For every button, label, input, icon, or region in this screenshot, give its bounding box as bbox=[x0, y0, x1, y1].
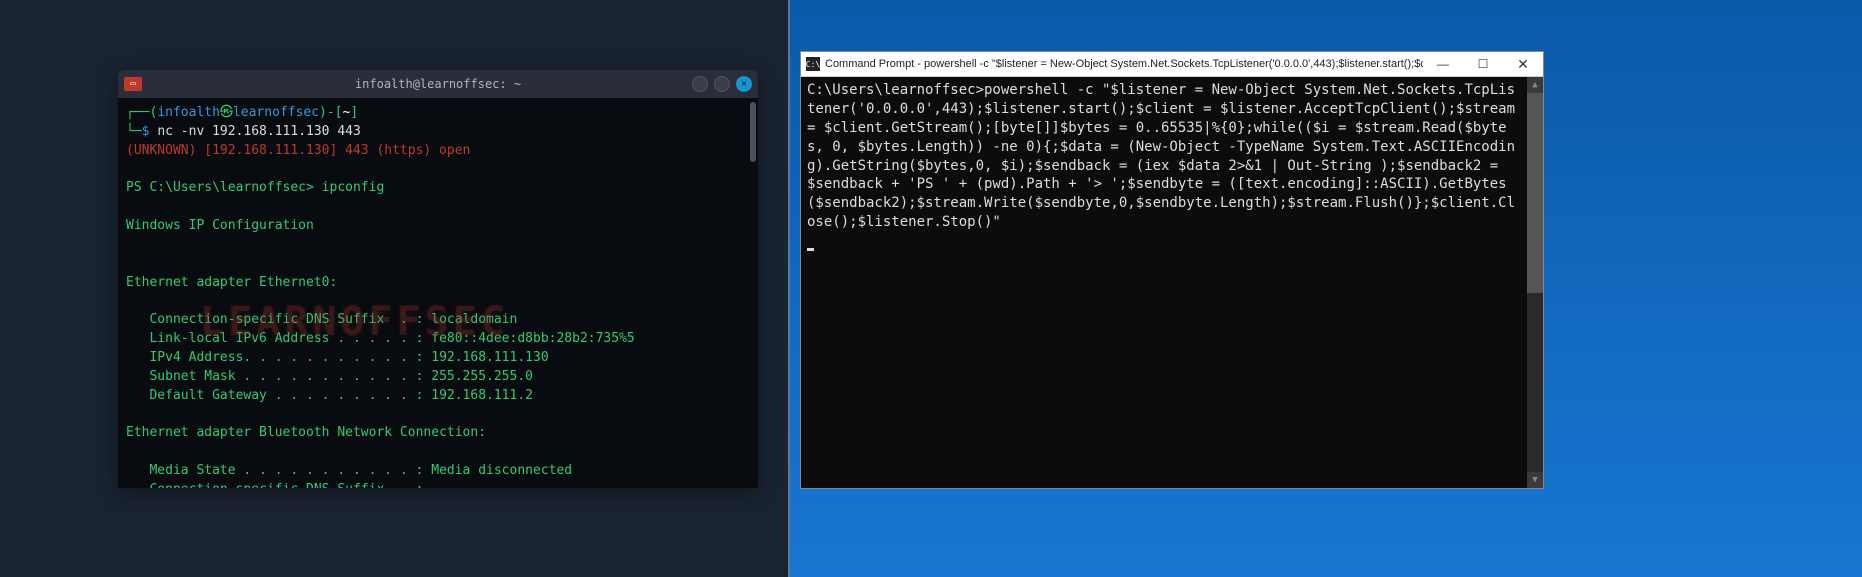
eth0-gw: Default Gateway . . . . . . . . . : 192.… bbox=[126, 387, 750, 406]
nc-output: (UNKNOWN) [192.168.111.130] 443 (https) … bbox=[126, 142, 750, 161]
eth0-ipv4: IPv4 Address. . . . . . . . . . . : 192.… bbox=[126, 349, 750, 368]
eth0-mask: Subnet Mask . . . . . . . . . . . : 255.… bbox=[126, 368, 750, 387]
prompt-host: learnoffsec bbox=[233, 105, 319, 120]
bt-dns: Connection-specific DNS Suffix . : bbox=[126, 481, 750, 488]
scrollbar-thumb[interactable] bbox=[750, 102, 756, 162]
linux-window-controls bbox=[692, 76, 752, 92]
ipconfig-header: Windows IP Configuration bbox=[126, 217, 750, 236]
windows-desktop: C:\ Command Prompt - powershell -c "$lis… bbox=[790, 0, 1862, 577]
blank4 bbox=[126, 292, 750, 311]
eth0-dns: Connection-specific DNS Suffix . : local… bbox=[126, 311, 750, 330]
windows-window-title: Command Prompt - powershell -c "$listene… bbox=[825, 58, 1423, 70]
linux-terminal-body[interactable]: LEARNOFFSEC ┌──(infoalth㉿learnoffsec)-[~… bbox=[118, 98, 758, 488]
bt-media: Media State . . . . . . . . . . . : Medi… bbox=[126, 462, 750, 481]
powershell-command-text: C:\Users\learnoffsec>powershell -c "$lis… bbox=[807, 82, 1515, 230]
cmd-output: C:\Users\learnoffsec>powershell -c "$lis… bbox=[807, 81, 1537, 251]
prompt-user: infoalth bbox=[157, 105, 220, 120]
linux-window-title: infoalth@learnoffsec: ~ bbox=[355, 77, 521, 91]
ps-prompt-ipconfig: PS C:\Users\learnoffsec> ipconfig bbox=[126, 179, 750, 198]
blank3 bbox=[126, 236, 750, 255]
linux-titlebar[interactable]: ▭ infoalth@learnoffsec: ~ bbox=[118, 70, 758, 98]
scroll-down-arrow[interactable]: ▼ bbox=[1527, 472, 1543, 488]
close-button[interactable] bbox=[736, 76, 752, 92]
close-button[interactable]: ✕ bbox=[1503, 52, 1543, 77]
bt-header: Ethernet adapter Bluetooth Network Conne… bbox=[126, 424, 750, 443]
linux-terminal-window: ▭ infoalth@learnoffsec: ~ LEARNOFFSEC ┌─… bbox=[118, 70, 758, 488]
windows-window-controls: — ☐ ✕ bbox=[1423, 52, 1543, 77]
cmd-app-icon: C:\ bbox=[806, 57, 820, 71]
eth0-header: Ethernet adapter Ethernet0: bbox=[126, 274, 750, 293]
maximize-button[interactable] bbox=[714, 76, 730, 92]
command-nc: nc -nv 192.168.111.130 443 bbox=[157, 124, 361, 139]
scrollbar-thumb[interactable] bbox=[1527, 93, 1543, 293]
windows-cmd-body[interactable]: ▲ ▼ C:\Users\learnoffsec>powershell -c "… bbox=[801, 77, 1543, 488]
scroll-up-arrow[interactable]: ▲ bbox=[1527, 77, 1543, 93]
prompt-line-1: ┌──(infoalth㉿learnoffsec)-[~] bbox=[126, 104, 750, 123]
linux-desktop: ▭ infoalth@learnoffsec: ~ LEARNOFFSEC ┌─… bbox=[0, 0, 790, 577]
terminal-app-icon: ▭ bbox=[124, 77, 142, 91]
eth0-ipv6: Link-local IPv6 Address . . . . . : fe80… bbox=[126, 330, 750, 349]
windows-cmd-window: C:\ Command Prompt - powershell -c "$lis… bbox=[800, 51, 1544, 489]
blank3b bbox=[126, 255, 750, 274]
prompt-line-2: └─$ nc -nv 192.168.111.130 443 bbox=[126, 123, 750, 142]
blank6 bbox=[126, 443, 750, 462]
minimize-button[interactable]: — bbox=[1423, 52, 1463, 77]
blank1 bbox=[126, 161, 750, 180]
blank2 bbox=[126, 198, 750, 217]
minimize-button[interactable] bbox=[692, 76, 708, 92]
windows-titlebar[interactable]: C:\ Command Prompt - powershell -c "$lis… bbox=[801, 52, 1543, 77]
maximize-button[interactable]: ☐ bbox=[1463, 52, 1503, 77]
cursor bbox=[807, 248, 814, 251]
blank5 bbox=[126, 406, 750, 425]
